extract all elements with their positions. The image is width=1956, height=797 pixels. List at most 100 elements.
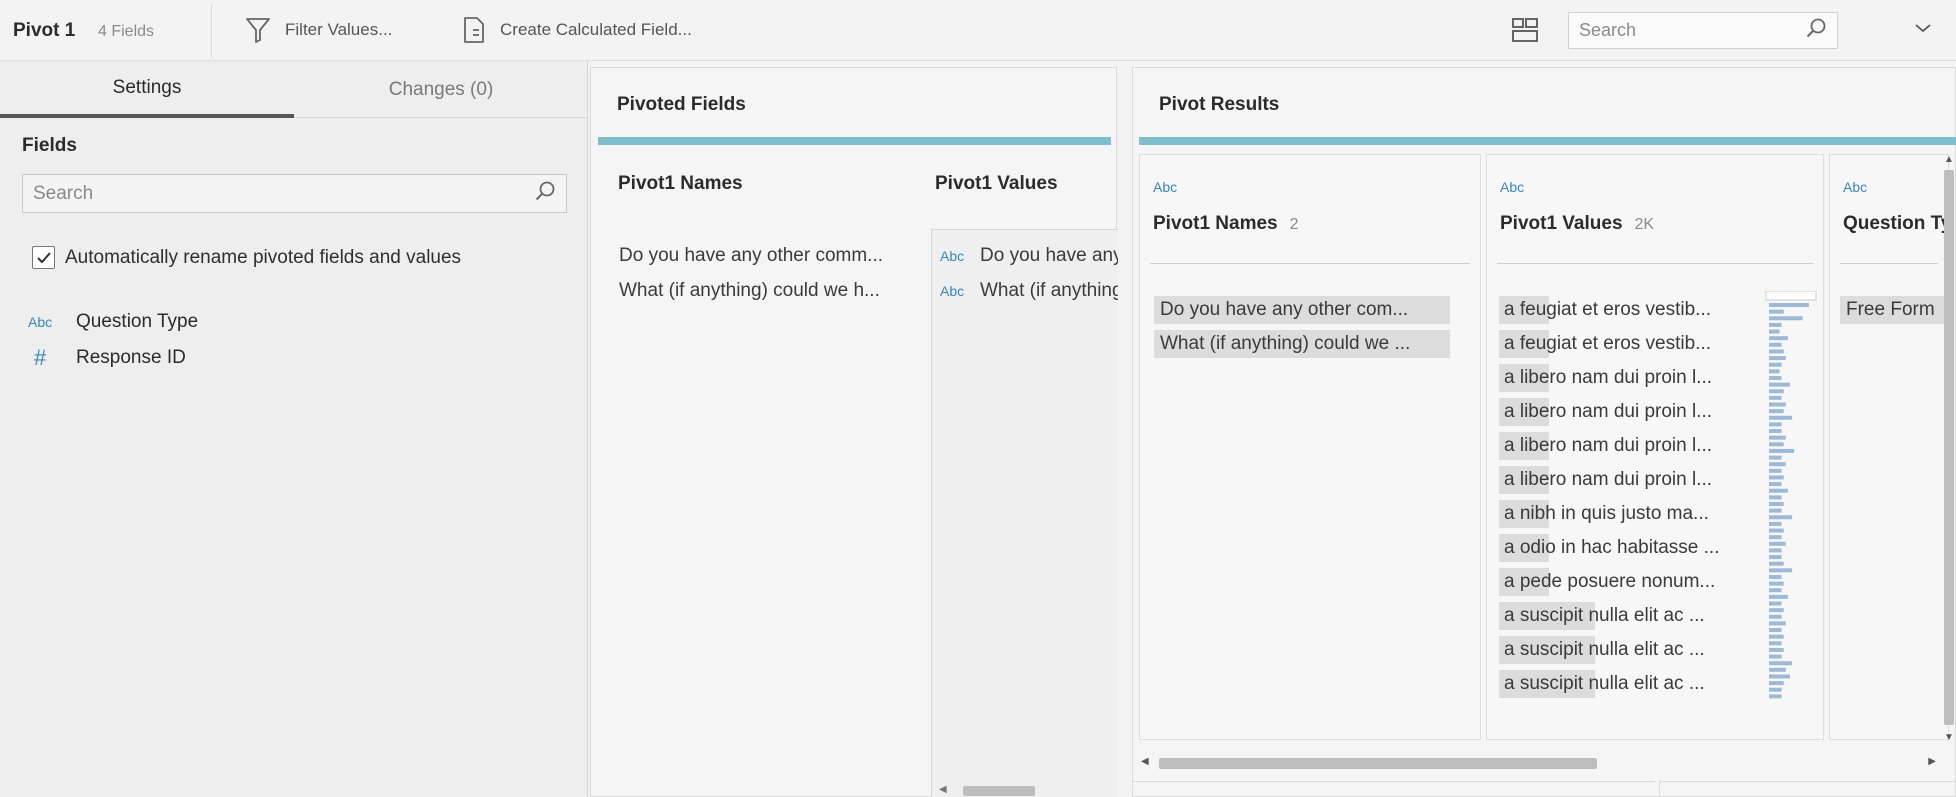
filter-values-button[interactable]: Filter Values... [245, 14, 392, 46]
scrollbar-thumb[interactable] [1159, 758, 1597, 769]
histogram-bar [1769, 687, 1782, 692]
histogram-bar [1769, 442, 1784, 447]
value-text: a suscipit nulla elit ac ... [1504, 639, 1705, 660]
pivot-value-item[interactable]: Abc Do you have any other comments? [932, 238, 1118, 273]
checkbox-checked-icon[interactable] [32, 246, 55, 269]
histogram-bar [1769, 674, 1790, 679]
field-name: Question Type [1843, 213, 1948, 234]
histogram-bar [1769, 555, 1782, 560]
histogram-bar [1769, 362, 1782, 367]
histogram-bar [1769, 316, 1803, 321]
layout-toggle-icon[interactable] [1510, 16, 1540, 44]
pivot-value-item[interactable]: Abc What (if anything) could we have don… [932, 273, 1118, 308]
scroll-left-icon[interactable]: ◀ [1141, 756, 1149, 767]
value-item[interactable]: a libero nam dui proin l... [1499, 398, 1739, 426]
distinct-count: 2 [1289, 216, 1299, 233]
horizontal-scrollbar[interactable]: ◀ [939, 784, 1109, 796]
search-icon [1805, 17, 1827, 44]
search-placeholder: Search [1579, 20, 1637, 40]
panel-accent-bar [598, 137, 1111, 145]
create-calculated-field-button[interactable]: Create Calculated Field... [462, 14, 692, 46]
pivoted-fields-panel: Pivoted Fields Pivot1 Names Pivot1 Value… [590, 67, 1118, 797]
card-divider [1497, 263, 1813, 264]
chevron-down-icon[interactable] [1912, 20, 1934, 36]
profile-card-pivot-values[interactable]: Abc Pivot1 Values 2K a feugiat et eros ve… [1486, 154, 1824, 740]
value-item[interactable]: a nibh in quis justo ma... [1499, 500, 1739, 528]
histogram-bar [1769, 601, 1782, 606]
value-text: a nibh in quis justo ma... [1504, 503, 1709, 524]
tab-settings[interactable]: Settings [0, 61, 294, 118]
field-item-question-type[interactable]: Abc Question Type [28, 311, 198, 333]
histogram-bar [1769, 495, 1782, 500]
histogram-bar [1769, 561, 1784, 566]
scrollbar-thumb[interactable] [963, 786, 1035, 796]
toolbar-search-input[interactable]: Search [1568, 12, 1838, 49]
profile-card-pivot-names[interactable]: Abc Pivot1 Names 2 Do you have any other … [1139, 154, 1481, 740]
toolbar: Pivot 1 4 Fields Filter Values... Create… [0, 0, 1956, 61]
tab-changes[interactable]: Changes (0) [294, 61, 588, 118]
field-count: 4 Fields [98, 23, 155, 40]
distinct-count: 2K [1634, 216, 1655, 233]
calculated-field-icon [462, 16, 486, 44]
profile-card-question-type[interactable]: Abc Question Type Free Form [1829, 154, 1949, 740]
value-item[interactable]: Free Form [1840, 296, 1948, 324]
histogram-bar [1769, 468, 1782, 473]
value-text: a feugiat et eros vestib... [1504, 299, 1712, 320]
number-type-icon: # [34, 345, 47, 370]
value-item[interactable]: a suscipit nulla elit ac ... [1499, 636, 1739, 664]
value-item[interactable]: a suscipit nulla elit ac ... [1499, 670, 1739, 698]
value-item[interactable]: a libero nam dui proin l... [1499, 364, 1739, 392]
value-item[interactable]: a feugiat et eros vestib... [1499, 330, 1739, 358]
histogram-bar [1769, 309, 1784, 314]
fields-search-input[interactable]: Search [22, 174, 567, 213]
string-type-icon: Abc [940, 282, 965, 299]
value-text: a odio in hac habitasse ... [1504, 537, 1720, 558]
scroll-left-icon[interactable]: ◀ [939, 784, 947, 795]
histogram-viewport-marker [1765, 291, 1817, 301]
histogram-bar [1769, 641, 1782, 646]
histogram-bar [1769, 521, 1782, 526]
scrollbar-thumb[interactable] [1944, 170, 1954, 725]
scroll-up-icon[interactable]: ▲ [1944, 154, 1954, 165]
scroll-right-icon[interactable]: ▶ [1928, 756, 1936, 767]
pivot-name-item[interactable]: What (if anything) could we h... [619, 273, 919, 308]
histogram-bar [1769, 369, 1780, 374]
scroll-down-icon[interactable]: ▼ [1944, 732, 1954, 743]
horizontal-scrollbar[interactable]: ◀ ▶ [1141, 756, 1936, 770]
value-item[interactable]: a pede posuere nonum... [1499, 568, 1739, 596]
histogram-bar [1769, 621, 1786, 626]
value-text: a suscipit nulla elit ac ... [1504, 605, 1705, 626]
histogram-bar [1769, 628, 1782, 633]
string-type-icon: Abc [1500, 179, 1525, 195]
search-icon [534, 180, 556, 208]
value-item[interactable]: Do you have any other com... [1154, 296, 1450, 324]
fields-search-placeholder: Search [33, 182, 94, 204]
histogram-bar [1769, 502, 1784, 506]
value-list: a feugiat et eros vestib... a feugiat et … [1499, 296, 1739, 704]
bottom-section-divider [1659, 781, 1956, 797]
histogram-bar [1769, 574, 1782, 579]
histogram-bar [1769, 614, 1782, 619]
auto-rename-checkbox[interactable]: Automatically rename pivoted fields and … [32, 246, 461, 269]
value-item[interactable]: What (if anything) could we ... [1154, 330, 1450, 358]
pivot-values-header: Pivot1 Values [935, 173, 1058, 194]
field-name: Pivot1 Values [1500, 213, 1623, 234]
histogram-bar [1769, 681, 1784, 686]
value-item[interactable]: a odio in hac habitasse ... [1499, 534, 1739, 562]
histogram-bar [1769, 336, 1788, 341]
histogram-bar [1769, 661, 1793, 666]
string-type-icon: Abc [940, 247, 965, 264]
value-item[interactable]: a feugiat et eros vestib... [1499, 296, 1739, 324]
pivot-name-item[interactable]: Do you have any other comm... [619, 238, 919, 273]
pivoted-fields-title: Pivoted Fields [617, 94, 746, 115]
histogram-bar [1769, 448, 1795, 453]
pivot-results-title: Pivot Results [1159, 94, 1280, 115]
vertical-scrollbar[interactable]: ▲ ▼ [1942, 154, 1955, 746]
value-item[interactable]: a libero nam dui proin l... [1499, 432, 1739, 460]
step-title: Pivot 1 [13, 20, 76, 41]
value-item[interactable]: a suscipit nulla elit ac ... [1499, 602, 1739, 630]
field-item-response-id[interactable]: # Response ID [28, 345, 186, 371]
create-calculated-field-label: Create Calculated Field... [500, 20, 692, 39]
value-item[interactable]: a libero nam dui proin l... [1499, 466, 1739, 494]
string-type-icon: Abc [28, 314, 53, 330]
